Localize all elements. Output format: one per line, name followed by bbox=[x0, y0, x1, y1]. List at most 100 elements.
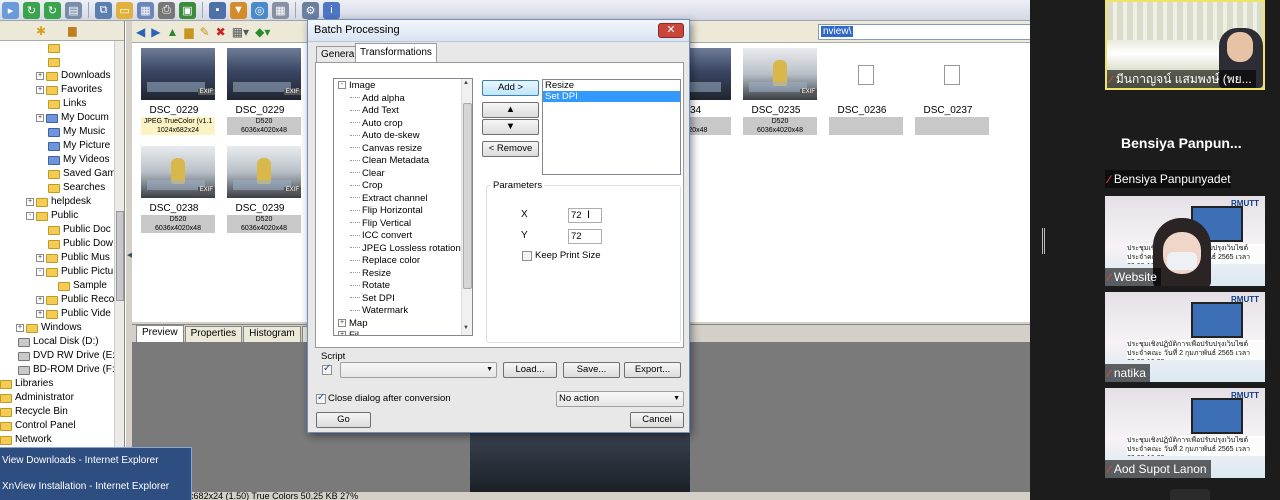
info-icon[interactable]: i bbox=[323, 1, 340, 19]
tree-item[interactable]: + Favorites bbox=[0, 83, 124, 97]
transformation-item[interactable]: Rotate bbox=[350, 280, 390, 293]
save-button[interactable]: Save... bbox=[563, 362, 620, 378]
export-button[interactable]: Export... bbox=[624, 362, 681, 378]
thumbnail-item[interactable]: EXIF DSC_0229 D520 6036x4020x48 bbox=[218, 43, 302, 135]
forward-arrow-icon[interactable]: ▶ bbox=[151, 25, 160, 39]
tree-item[interactable]: - Public Pictu bbox=[0, 265, 124, 279]
move-up-button[interactable]: ▲ bbox=[482, 102, 539, 118]
video-tile-website[interactable]: RMUTT ประชุมเชิงปฏิบัติการเพื่อปรับปรุงเ… bbox=[1105, 196, 1265, 286]
tree-item[interactable]: + Public Mus bbox=[0, 251, 124, 265]
path-field[interactable]: nview\ ▼ bbox=[818, 24, 1030, 40]
save-icon[interactable]: ▪ bbox=[209, 1, 226, 19]
transformation-item[interactable]: Clear bbox=[350, 168, 385, 181]
filter-icon[interactable]: ◆▾ bbox=[255, 25, 270, 39]
audio-tile[interactable]: Bensiya Panpun... ⁄ Bensiya Panpunyadet bbox=[1105, 100, 1265, 190]
tree-node-image[interactable]: - Image bbox=[338, 80, 375, 93]
collapse-icon[interactable]: - bbox=[26, 212, 34, 220]
thumbnail-item[interactable]: DSC_0236 bbox=[820, 43, 904, 135]
script-select[interactable]: ▼ bbox=[340, 362, 497, 378]
tree-item[interactable]: Libraries bbox=[0, 377, 124, 391]
tab-transformations[interactable]: Transformations bbox=[355, 43, 437, 63]
scan-icon[interactable]: ▣ bbox=[179, 1, 196, 19]
transformation-item[interactable]: Flip Horizontal bbox=[350, 205, 423, 218]
collapse-icon[interactable]: - bbox=[338, 81, 346, 90]
tree-item[interactable]: Public Dow bbox=[0, 237, 124, 251]
tree-item[interactable]: + Downloads bbox=[0, 69, 124, 83]
load-button[interactable]: Load... bbox=[503, 362, 557, 378]
scroll-down-icon[interactable]: ▼ bbox=[463, 325, 469, 331]
tree-item[interactable]: BD-ROM Drive (F:) bbox=[0, 363, 124, 377]
popup-item[interactable]: XnView Installation - Internet Explorer bbox=[0, 474, 191, 500]
transformation-item[interactable]: Crop bbox=[350, 180, 383, 193]
thumbnail-item[interactable]: EXIF DSC_0229 JPEG TrueColor (v1.1 1024x682… bbox=[132, 43, 216, 135]
copy-icon[interactable]: ⧉ bbox=[95, 1, 112, 19]
tree-item[interactable]: + My Docum bbox=[0, 111, 124, 125]
add-button[interactable]: Add > bbox=[482, 80, 539, 96]
transformation-item[interactable]: Auto crop bbox=[350, 118, 403, 131]
after-action-select[interactable]: No action ▼ bbox=[556, 391, 684, 407]
edit-icon[interactable]: ✎ bbox=[200, 25, 210, 39]
transformation-item[interactable]: Clean Metadata bbox=[350, 155, 429, 168]
x-input[interactable]: 72 bbox=[568, 208, 602, 223]
tree-item[interactable]: + Public Vide bbox=[0, 307, 124, 321]
tree-item[interactable]: Public Doc bbox=[0, 223, 124, 237]
close-after-checkbox[interactable] bbox=[316, 392, 326, 404]
tree-item[interactable]: Links bbox=[0, 97, 124, 111]
layout-icon[interactable]: ▦ bbox=[272, 1, 289, 19]
tree-item[interactable]: + Windows bbox=[0, 321, 124, 335]
transformations-tree[interactable]: - Image Add alpha Add Text Auto crop Auto de-… bbox=[333, 78, 473, 336]
convert-icon[interactable]: ▼ bbox=[230, 1, 247, 19]
expand-icon[interactable]: + bbox=[36, 86, 44, 94]
tree-item[interactable]: DVD RW Drive (E:) bbox=[0, 349, 124, 363]
tree-item[interactable]: Sample bbox=[0, 279, 124, 293]
expand-icon[interactable]: + bbox=[36, 114, 44, 122]
favorites-star-icon[interactable]: ✱ bbox=[36, 24, 46, 38]
refresh-icon[interactable]: ↻ bbox=[23, 1, 40, 19]
thumbnail-item[interactable]: DSC_0237 bbox=[906, 43, 990, 135]
tree-item[interactable]: Control Panel bbox=[0, 419, 124, 433]
image-menu-icon[interactable]: ▤ bbox=[65, 1, 82, 19]
transformations-scrollbar[interactable]: ▲ ▼ bbox=[461, 79, 472, 335]
tree-item[interactable]: Administrator bbox=[0, 391, 124, 405]
thumbnail-item[interactable]: EXIF DSC_0235 D520 6036x4020x48 bbox=[734, 43, 818, 135]
forward-icon[interactable]: ↻ bbox=[44, 1, 61, 19]
operation-item[interactable]: Set DPI bbox=[543, 91, 680, 102]
tree-node-map[interactable]: + Map bbox=[338, 318, 367, 331]
thumbnail-item[interactable]: EXIF DSC_0239 D520 6036x4020x48 bbox=[218, 141, 302, 233]
up-icon[interactable]: ▲ bbox=[166, 25, 178, 39]
operation-item[interactable]: Resize bbox=[543, 80, 680, 91]
tree-item[interactable]: My Picture bbox=[0, 139, 124, 153]
tree-item[interactable]: - Public bbox=[0, 209, 124, 223]
transformation-item[interactable]: Replace color bbox=[350, 255, 420, 268]
cancel-button[interactable]: Cancel bbox=[630, 412, 684, 428]
transformation-item[interactable]: JPEG Lossless rotation bbox=[350, 243, 461, 256]
go-button[interactable]: Go bbox=[316, 412, 371, 428]
transformation-item[interactable]: Extract channel bbox=[350, 193, 427, 206]
tree-item[interactable]: Network bbox=[0, 433, 124, 447]
tree-item[interactable] bbox=[0, 55, 124, 69]
tree-item[interactable]: Searches bbox=[0, 181, 124, 195]
transformation-item[interactable]: Add alpha bbox=[350, 93, 405, 106]
expand-icon[interactable]: + bbox=[338, 331, 346, 335]
expand-icon[interactable]: + bbox=[36, 296, 44, 304]
y-input[interactable]: 72 bbox=[568, 229, 602, 244]
tree-item[interactable]: Local Disk (D:) bbox=[0, 335, 124, 349]
tab-properties[interactable]: Properties bbox=[184, 326, 243, 342]
pane-splitter[interactable]: ◀ bbox=[125, 21, 132, 500]
transformation-item[interactable]: Flip Vertical bbox=[350, 218, 411, 231]
tree-item[interactable]: + helpdesk bbox=[0, 195, 124, 209]
expand-icon[interactable]: + bbox=[16, 324, 24, 332]
tree-item[interactable] bbox=[0, 41, 124, 55]
tree-node-filter[interactable]: + Fil bbox=[338, 330, 359, 335]
back-icon[interactable]: ◀ bbox=[136, 25, 145, 39]
grid-icon[interactable]: ▦ bbox=[137, 1, 154, 19]
expand-icon[interactable]: + bbox=[36, 310, 44, 318]
keep-print-size-checkbox[interactable] bbox=[522, 251, 532, 261]
folder-up-icon[interactable]: ▆ bbox=[184, 25, 193, 39]
tree-item[interactable]: My Videos bbox=[0, 153, 124, 167]
transformation-item[interactable]: Set DPI bbox=[350, 293, 395, 306]
print-icon[interactable]: ⎙ bbox=[158, 1, 175, 19]
scroll-up-icon[interactable]: ▲ bbox=[463, 80, 469, 86]
transformations-scroll-thumb[interactable] bbox=[463, 103, 472, 289]
tree-item[interactable]: Recycle Bin bbox=[0, 405, 124, 419]
